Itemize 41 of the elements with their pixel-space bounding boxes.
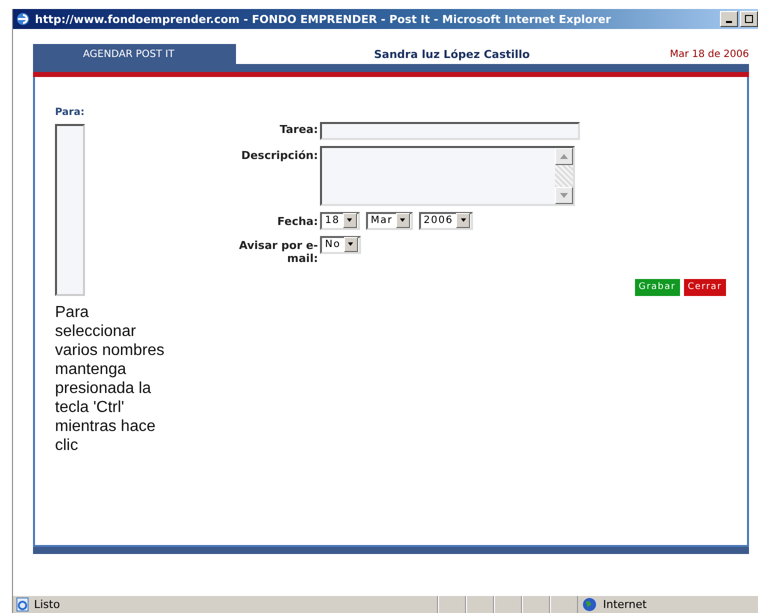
recipients-label: Para: xyxy=(55,107,86,118)
dropdown[interactable]: No xyxy=(320,236,361,254)
status-text: Listo xyxy=(34,598,60,611)
up-arrow-icon xyxy=(560,154,568,158)
status-panel xyxy=(522,596,550,613)
window-title: http://www.fondoemprender.com - FONDO EMPRENDER - Post It - Microsoft Internet Explorer xyxy=(35,12,612,26)
zone-text: Internet xyxy=(603,598,647,611)
down-arrow-icon xyxy=(560,192,568,198)
dropdown-arrow-icon xyxy=(399,218,406,223)
minimize-icon xyxy=(726,21,732,23)
field-label: Tarea: xyxy=(278,122,318,136)
user-name: Sandra luz López Castillo xyxy=(374,48,531,60)
maximize-icon xyxy=(744,14,754,24)
maximize-button[interactable] xyxy=(740,11,758,27)
description-field[interactable] xyxy=(320,146,575,206)
help-text: Para seleccionar varios nombres mantenga presionada la tecla 'Ctrl' mientras hace clic xyxy=(55,303,165,455)
save-button[interactable]: Grabar xyxy=(634,278,680,296)
dropdown[interactable]: 2006 xyxy=(418,212,474,230)
minimize-button[interactable] xyxy=(720,11,738,27)
task-field[interactable] xyxy=(320,122,580,140)
field-label: Avisar por e-mail: xyxy=(238,238,318,264)
field-label: Descripción: xyxy=(240,148,318,162)
status-panel xyxy=(438,596,466,613)
recipients-list[interactable] xyxy=(55,124,85,296)
close-button[interactable]: Cerrar xyxy=(684,278,726,296)
status-panel xyxy=(466,596,494,613)
page-icon xyxy=(15,597,30,612)
dropdown[interactable]: 18 xyxy=(320,212,360,230)
dropdown-arrow-icon xyxy=(347,242,354,247)
scroll-up-button[interactable] xyxy=(555,148,573,164)
status-panel xyxy=(494,596,522,613)
dropdown-arrow-icon xyxy=(460,218,467,223)
browser-icon xyxy=(15,11,31,27)
field-label: Fecha: xyxy=(276,214,318,228)
dropdown-arrow-icon xyxy=(346,218,354,223)
scroll-down-button[interactable] xyxy=(555,186,573,204)
date-text: Mar 18 de 2006 xyxy=(670,48,749,60)
status-panel xyxy=(550,596,578,613)
dropdown[interactable]: Mar xyxy=(366,212,413,230)
globe-icon xyxy=(582,597,597,612)
scrollbar[interactable] xyxy=(555,148,573,204)
